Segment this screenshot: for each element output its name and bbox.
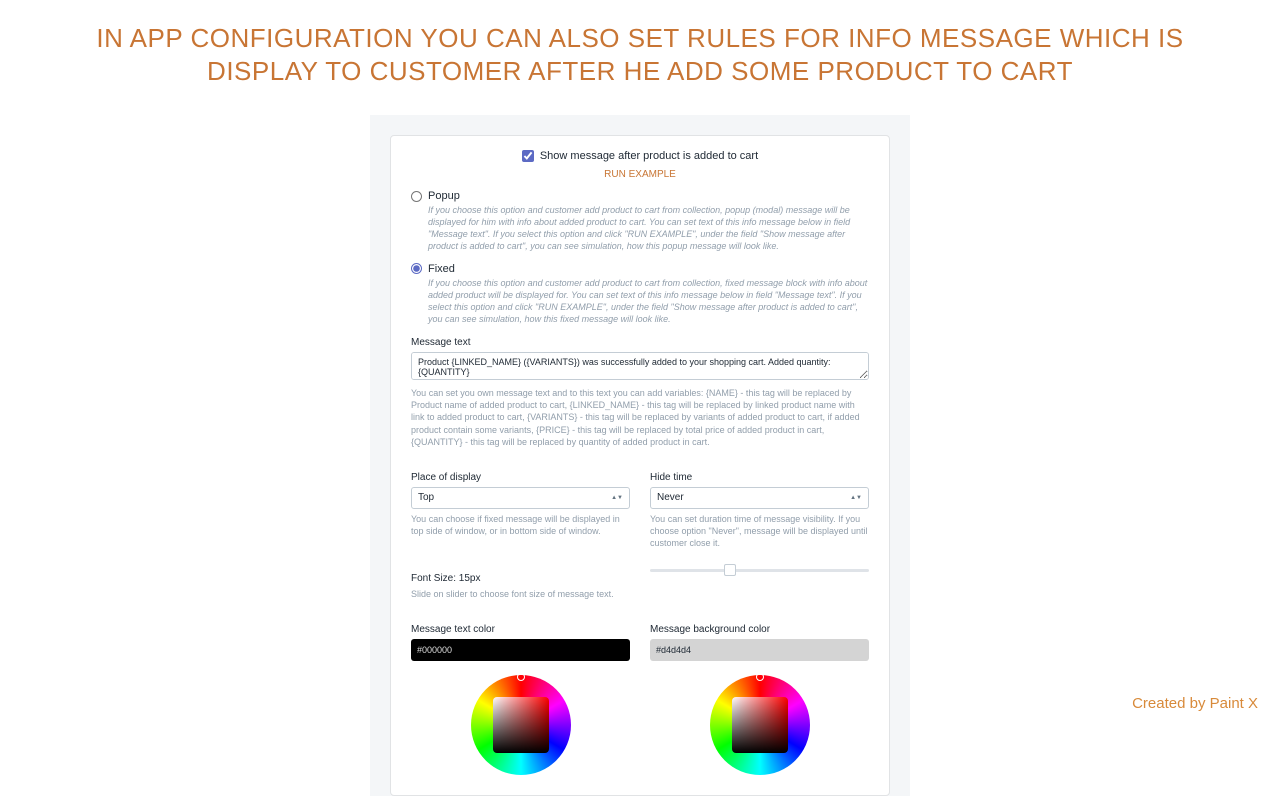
- hide-select[interactable]: Never ▲▼: [650, 487, 869, 509]
- font-help: Slide on slider to choose font size of m…: [411, 588, 630, 600]
- select-arrows-icon: ▲▼: [850, 496, 862, 500]
- show-message-label: Show message after product is added to c…: [540, 150, 758, 162]
- run-example-link[interactable]: RUN EXAMPLE: [411, 169, 869, 180]
- fixed-desc: If you choose this option and customer a…: [428, 277, 869, 326]
- place-label: Place of display: [411, 472, 630, 483]
- fixed-label: Fixed: [428, 263, 455, 275]
- place-help: You can choose if fixed message will be …: [411, 513, 630, 537]
- bg-color-label: Message background color: [650, 624, 869, 635]
- color-wheel-cursor-icon: [517, 673, 525, 681]
- fixed-radio[interactable]: [411, 263, 422, 274]
- color-wheel-cursor-icon: [756, 673, 764, 681]
- place-value: Top: [418, 492, 434, 503]
- fixed-radio-row[interactable]: Fixed: [411, 263, 869, 275]
- bg-color-wheel[interactable]: [710, 675, 810, 775]
- font-size-slider[interactable]: [650, 569, 869, 572]
- page-headline: IN APP CONFIGURATION YOU CAN ALSO SET RU…: [0, 0, 1280, 97]
- hide-label: Hide time: [650, 472, 869, 483]
- text-color-field[interactable]: #000000: [411, 639, 630, 661]
- font-label: Font Size: 15px: [411, 573, 630, 584]
- config-panel-outer: Show message after product is added to c…: [370, 115, 910, 796]
- show-message-checkbox[interactable]: Show message after product is added to c…: [522, 150, 758, 162]
- message-text-input[interactable]: [411, 352, 869, 380]
- hide-help: You can set duration time of message vis…: [650, 513, 869, 549]
- text-color-wheel[interactable]: [471, 675, 571, 775]
- select-arrows-icon: ▲▼: [611, 496, 623, 500]
- message-text-label: Message text: [411, 337, 869, 348]
- popup-label: Popup: [428, 190, 460, 202]
- popup-desc: If you choose this option and customer a…: [428, 204, 869, 253]
- bg-color-field[interactable]: #d4d4d4: [650, 639, 869, 661]
- popup-radio[interactable]: [411, 191, 422, 202]
- popup-radio-row[interactable]: Popup: [411, 190, 869, 202]
- text-color-label: Message text color: [411, 624, 630, 635]
- show-message-input[interactable]: [522, 150, 534, 162]
- footer-credit: Created by Paint X: [1132, 695, 1258, 712]
- config-panel: Show message after product is added to c…: [390, 135, 890, 796]
- message-text-help: You can set you own message text and to …: [411, 387, 869, 448]
- place-select[interactable]: Top ▲▼: [411, 487, 630, 509]
- hide-value: Never: [657, 492, 684, 503]
- slider-thumb[interactable]: [724, 564, 736, 576]
